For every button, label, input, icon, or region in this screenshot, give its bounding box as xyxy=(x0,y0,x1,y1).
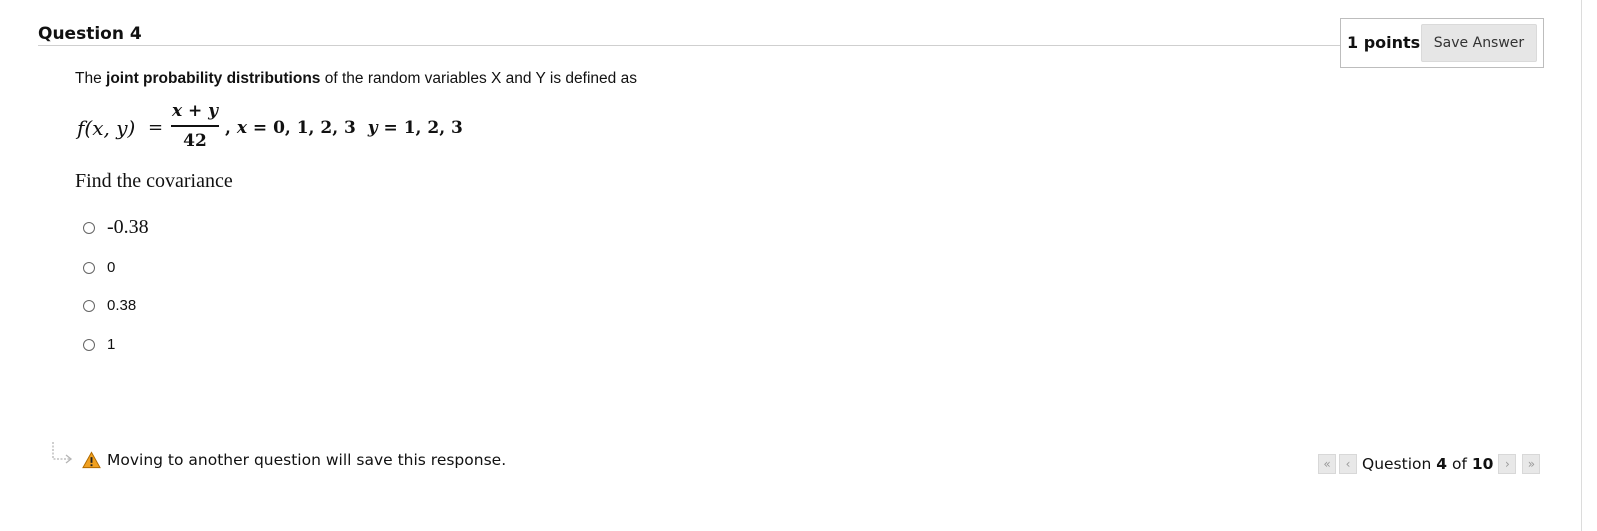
warning-text: Moving to another question will save thi… xyxy=(107,451,507,469)
formula-denominator: 42 xyxy=(183,131,207,151)
option-label: 0.38 xyxy=(107,297,137,314)
formula-numerator: x + y xyxy=(171,101,219,121)
warning-icon xyxy=(82,451,101,469)
probability-formula: f(x, y) = x + y 42 , x = 0, 1, 2, 3 y = … xyxy=(75,100,555,160)
find-covariance-text: Find the covariance xyxy=(75,170,233,192)
option-label: 1 xyxy=(107,336,116,353)
condition-x-var: x xyxy=(236,118,247,138)
radio-button[interactable] xyxy=(83,261,95,274)
save-warning: Moving to another question will save thi… xyxy=(82,451,506,469)
fraction-bar xyxy=(171,125,219,127)
condition-x-values: = 0, 1, 2, 3 xyxy=(246,118,368,138)
counter-prefix: Question xyxy=(1362,455,1437,473)
formula-equals: = xyxy=(148,117,164,138)
answer-option[interactable]: -0.38 xyxy=(83,216,149,239)
return-arrow-icon xyxy=(52,442,73,464)
title-divider xyxy=(38,45,1340,46)
formula-condition: , x = 0, 1, 2, 3 y = 1, 2, 3 xyxy=(225,118,463,138)
first-question-button[interactable]: « xyxy=(1318,454,1336,474)
question-counter: Question 4 of 10 xyxy=(1362,455,1493,473)
last-question-button[interactable]: » xyxy=(1522,454,1541,474)
radio-button[interactable] xyxy=(83,221,95,234)
counter-current: 4 xyxy=(1436,455,1448,473)
formula-lhs: f(x, y) xyxy=(77,116,136,140)
radio-button[interactable] xyxy=(83,299,95,312)
prompt-text-bold: joint probability distributions xyxy=(106,70,321,87)
points-box: 1 points Save Answer xyxy=(1340,18,1544,68)
question-navigation: « ‹ Question 4 of 10 › » xyxy=(1318,453,1541,475)
question-panel: Question 4 1 points Save Answer The join… xyxy=(0,0,1582,531)
counter-total: 10 xyxy=(1471,455,1494,473)
question-title: Question 4 xyxy=(38,24,142,44)
option-label: 0 xyxy=(107,259,116,276)
next-question-button[interactable]: › xyxy=(1498,454,1517,474)
formula-separator: , xyxy=(225,118,231,138)
points-label: 1 points xyxy=(1347,33,1421,52)
answer-option[interactable]: 0.38 xyxy=(83,297,136,314)
prompt-text-end: of the random variables X and Y is defin… xyxy=(320,70,637,87)
radio-button[interactable] xyxy=(83,338,95,351)
answer-option[interactable]: 1 xyxy=(83,336,115,353)
condition-y-var: y xyxy=(367,118,378,138)
question-prompt: The joint probability distributions of t… xyxy=(75,70,637,88)
option-label: -0.38 xyxy=(107,216,149,238)
answer-option[interactable]: 0 xyxy=(83,259,115,276)
condition-y-values: = 1, 2, 3 xyxy=(377,118,463,138)
formula-fraction: x + y 42 xyxy=(171,100,219,152)
counter-of: of xyxy=(1447,455,1472,473)
save-answer-button[interactable]: Save Answer xyxy=(1421,24,1537,62)
previous-question-button[interactable]: ‹ xyxy=(1339,454,1357,474)
prompt-text-start: The xyxy=(75,70,107,87)
